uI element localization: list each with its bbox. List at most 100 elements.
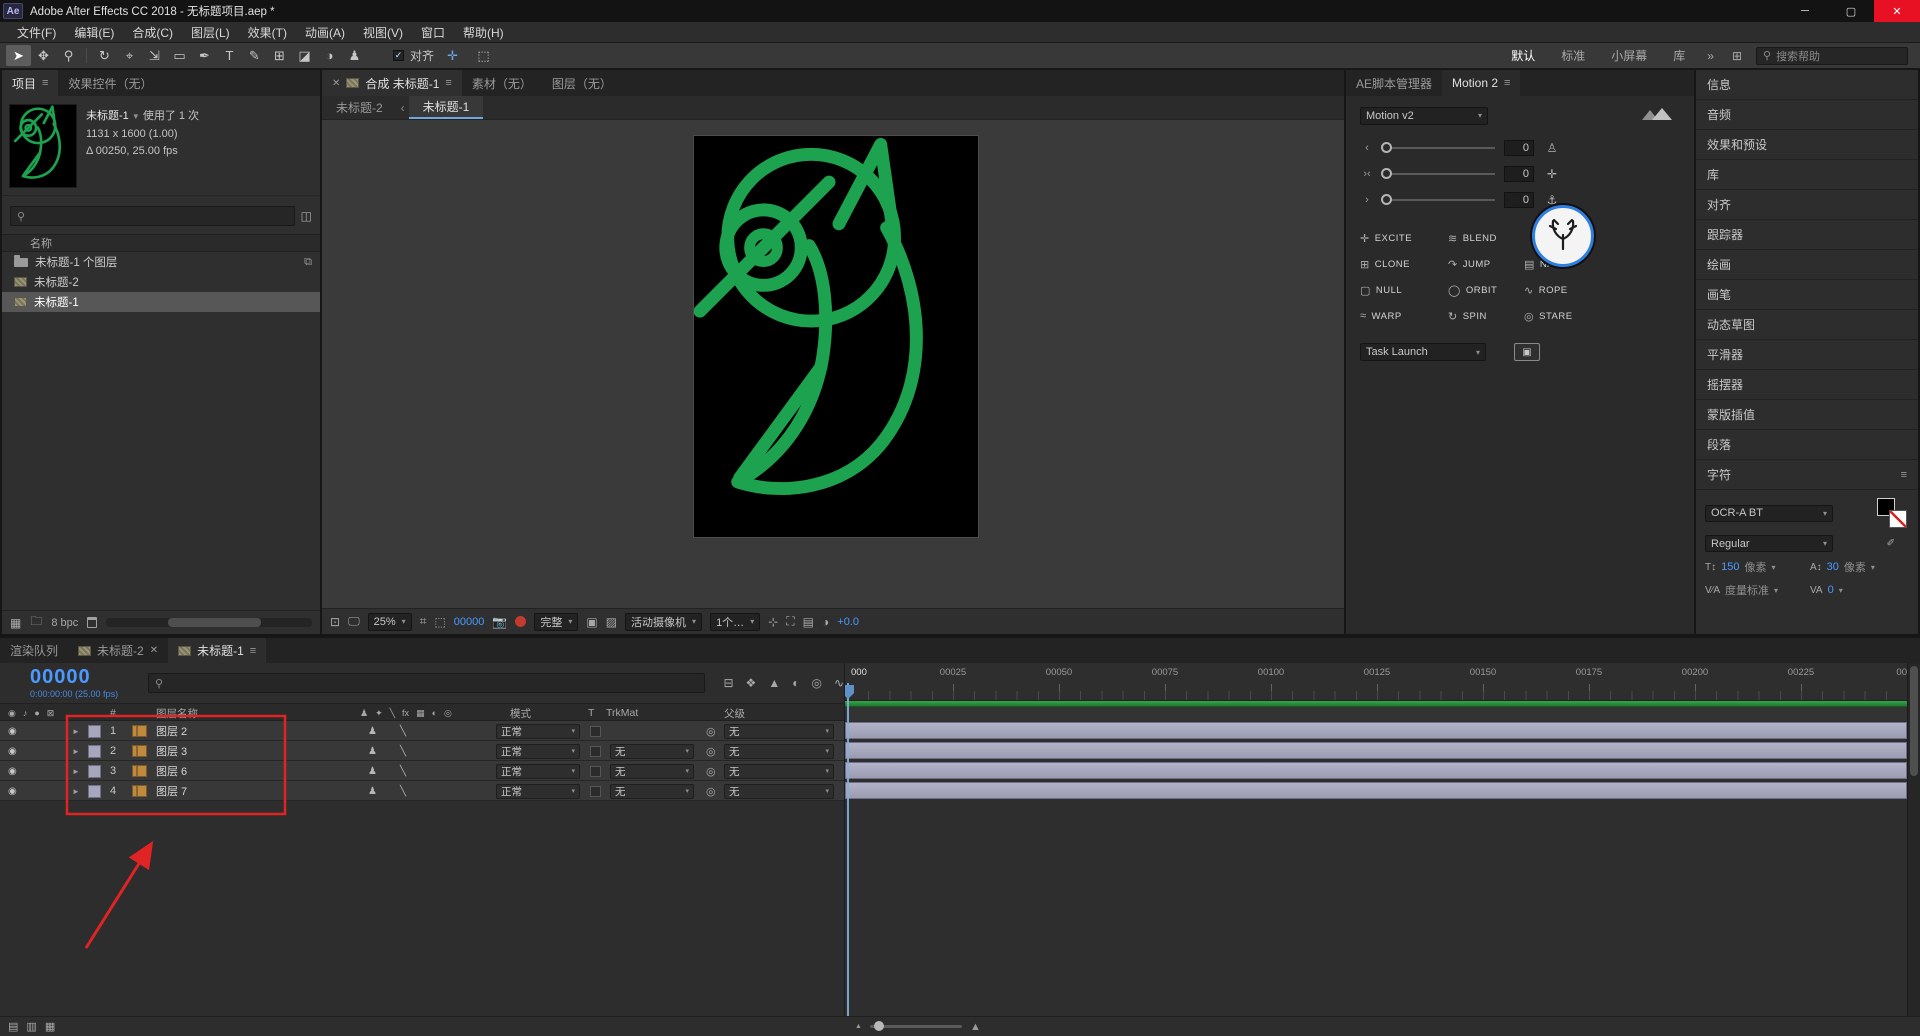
close-tab-icon[interactable]: ✕: [332, 78, 340, 89]
menu-effect[interactable]: 效果(T): [239, 24, 296, 41]
interpret-footage-icon[interactable]: ▦: [10, 616, 21, 630]
stare-button[interactable]: ◎STARE: [1524, 310, 1594, 323]
current-frame-field[interactable]: 00000: [454, 616, 485, 628]
expand-arrow-icon[interactable]: ►: [72, 781, 80, 801]
timeline-zoom-control[interactable]: ▲ ▲: [855, 1021, 981, 1033]
exposure-value[interactable]: +0.0: [837, 616, 859, 628]
motion-preset-dropdown[interactable]: Motion v2▾: [1360, 107, 1488, 125]
snap-icon[interactable]: ✛: [440, 45, 465, 66]
expand-inout-columns-icon[interactable]: ▦: [45, 1020, 55, 1033]
rectangle-tool[interactable]: ▭: [167, 45, 192, 66]
layer-duration-bar[interactable]: [845, 762, 1907, 779]
mt-mograph-deer-logo[interactable]: [1532, 205, 1594, 267]
text-tool[interactable]: T: [217, 45, 242, 66]
sidebar-item-character[interactable]: 字符 ≡: [1696, 460, 1918, 490]
parent-pickwhip-icon[interactable]: ◎: [706, 761, 716, 781]
pan-behind-tool[interactable]: ⇲: [142, 45, 167, 66]
null-button[interactable]: ▢NULL: [1360, 284, 1448, 297]
slider-knob[interactable]: [1381, 168, 1392, 179]
preserve-transparency-box[interactable]: [590, 726, 601, 737]
workspace-overflow-button[interactable]: »: [1699, 49, 1722, 63]
list-item[interactable]: 未标题-1 个图层 ⧉: [2, 252, 320, 272]
task-launch-dropdown[interactable]: Task Launch▾: [1360, 343, 1486, 361]
tab-script-manager[interactable]: AE脚本管理器: [1346, 70, 1442, 96]
exposure-icon[interactable]: ◑: [822, 615, 829, 629]
clone-stamp-tool[interactable]: ⊞: [267, 45, 292, 66]
mode-dropdown[interactable]: 正常▾: [496, 784, 580, 799]
sidebar-item-smoother[interactable]: 平滑器: [1696, 340, 1918, 370]
visibility-toggle[interactable]: ◉: [8, 781, 17, 801]
parent-pickwhip-icon[interactable]: ◎: [706, 741, 716, 761]
sidebar-item-audio[interactable]: 音频: [1696, 100, 1918, 130]
mode-dropdown[interactable]: 正常▾: [496, 724, 580, 739]
sidebar-item-paint[interactable]: 绘画: [1696, 250, 1918, 280]
workspace-standard[interactable]: 标准: [1549, 47, 1597, 64]
zoom-slider-knob[interactable]: [874, 1021, 884, 1031]
horizontal-scrollbar[interactable]: [106, 618, 312, 627]
tracking-control[interactable]: VA 0 ▾: [1810, 584, 1909, 596]
transparency-grid-icon[interactable]: ▨: [606, 615, 617, 629]
quality-switch[interactable]: ╲: [400, 741, 406, 761]
clone-button[interactable]: ⊞CLONE: [1360, 258, 1448, 271]
layer-row[interactable]: ◉ ► 2 图层 3 ♟ ╲ 正常▾ 无▾ ◎ 无▾: [0, 741, 844, 761]
rope-button[interactable]: ∿ROPE: [1524, 284, 1594, 297]
parent-dropdown[interactable]: 无▾: [724, 764, 834, 779]
vertical-scrollbar[interactable]: [1907, 663, 1920, 1016]
shy-switch[interactable]: ♟: [368, 741, 377, 761]
mask-visibility-icon[interactable]: ⬚: [434, 615, 445, 629]
close-button[interactable]: ✕: [1874, 0, 1920, 22]
shy-toggle-icon[interactable]: ❖: [746, 676, 757, 690]
spin-button[interactable]: ↻SPIN: [1448, 310, 1524, 323]
shy-switch[interactable]: ♟: [368, 721, 377, 741]
panel-menu-icon[interactable]: ≡: [42, 77, 48, 89]
always-preview-icon[interactable]: ⊡: [330, 615, 340, 629]
label-color-chip[interactable]: [88, 765, 101, 778]
chevron-down-icon[interactable]: ▾: [1774, 586, 1778, 595]
visibility-toggle[interactable]: ◉: [8, 761, 17, 781]
menu-view[interactable]: 视图(V): [354, 24, 412, 41]
brush-tool[interactable]: ✎: [242, 45, 267, 66]
kerning-control[interactable]: V∕A 度量标准 ▾: [1705, 582, 1804, 598]
quality-switch[interactable]: ╲: [400, 721, 406, 741]
t-column-header[interactable]: T: [588, 704, 594, 722]
menu-animation[interactable]: 动画(A): [296, 24, 354, 41]
quality-switch[interactable]: ╲: [400, 761, 406, 781]
slider-track[interactable]: [1383, 147, 1495, 149]
chevron-down-icon[interactable]: ▾: [1871, 563, 1875, 572]
layer-duration-bar[interactable]: [845, 722, 1907, 739]
launch-button[interactable]: ▣: [1514, 343, 1540, 361]
chevron-right-icon[interactable]: ›: [1360, 194, 1374, 206]
label-color-chip[interactable]: [88, 745, 101, 758]
sidebar-item-align[interactable]: 对齐: [1696, 190, 1918, 220]
preserve-transparency-box[interactable]: [590, 786, 601, 797]
slider-knob[interactable]: [1381, 142, 1392, 153]
grid-guides-icon[interactable]: ⌗: [420, 614, 427, 629]
timeline-search-input[interactable]: ⚲: [148, 673, 705, 693]
shy-switch[interactable]: ♟: [368, 761, 377, 781]
composition-mini-flowchart-icon[interactable]: ⊟: [723, 676, 733, 690]
rotate-tool[interactable]: ↻: [92, 45, 117, 66]
close-tab-icon[interactable]: ✕: [150, 645, 158, 656]
parent-dropdown[interactable]: 无▾: [724, 724, 834, 739]
excite-button[interactable]: ✛EXCITE: [1360, 232, 1448, 245]
puppet-pin-tool[interactable]: ♟: [342, 45, 367, 66]
slider-track[interactable]: [1383, 199, 1495, 201]
warp-button[interactable]: ≈WARP: [1360, 310, 1448, 322]
tab-motion-2[interactable]: Motion 2 ≡: [1442, 70, 1520, 96]
tab-render-queue[interactable]: 渲染队列: [0, 638, 68, 663]
trkmat-dropdown[interactable]: 无▾: [610, 784, 694, 799]
parent-dropdown[interactable]: 无▾: [724, 784, 834, 799]
shy-switch[interactable]: ♟: [368, 781, 377, 801]
project-search-input[interactable]: ⚲: [10, 206, 295, 226]
layer-name[interactable]: 图层 7: [156, 781, 187, 801]
expand-transfer-controls-icon[interactable]: ▥: [26, 1020, 36, 1033]
layer-row[interactable]: ◉ ► 4 图层 7 ♟ ╲ 正常▾ 无▾ ◎ 无▾: [0, 781, 844, 801]
search-options-icon[interactable]: ◫: [301, 209, 312, 223]
jump-button[interactable]: ↷JUMP: [1448, 258, 1524, 271]
sidebar-item-info[interactable]: 信息: [1696, 70, 1918, 100]
marquee-icon[interactable]: ⬚: [471, 45, 496, 66]
zoom-tool[interactable]: ⚲: [56, 45, 81, 66]
visibility-toggle[interactable]: ◉: [8, 741, 17, 761]
layer-name-column-header[interactable]: 图层名称: [156, 704, 198, 722]
tab-timeline-untitled-2[interactable]: 未标题-2 ✕: [68, 638, 168, 663]
